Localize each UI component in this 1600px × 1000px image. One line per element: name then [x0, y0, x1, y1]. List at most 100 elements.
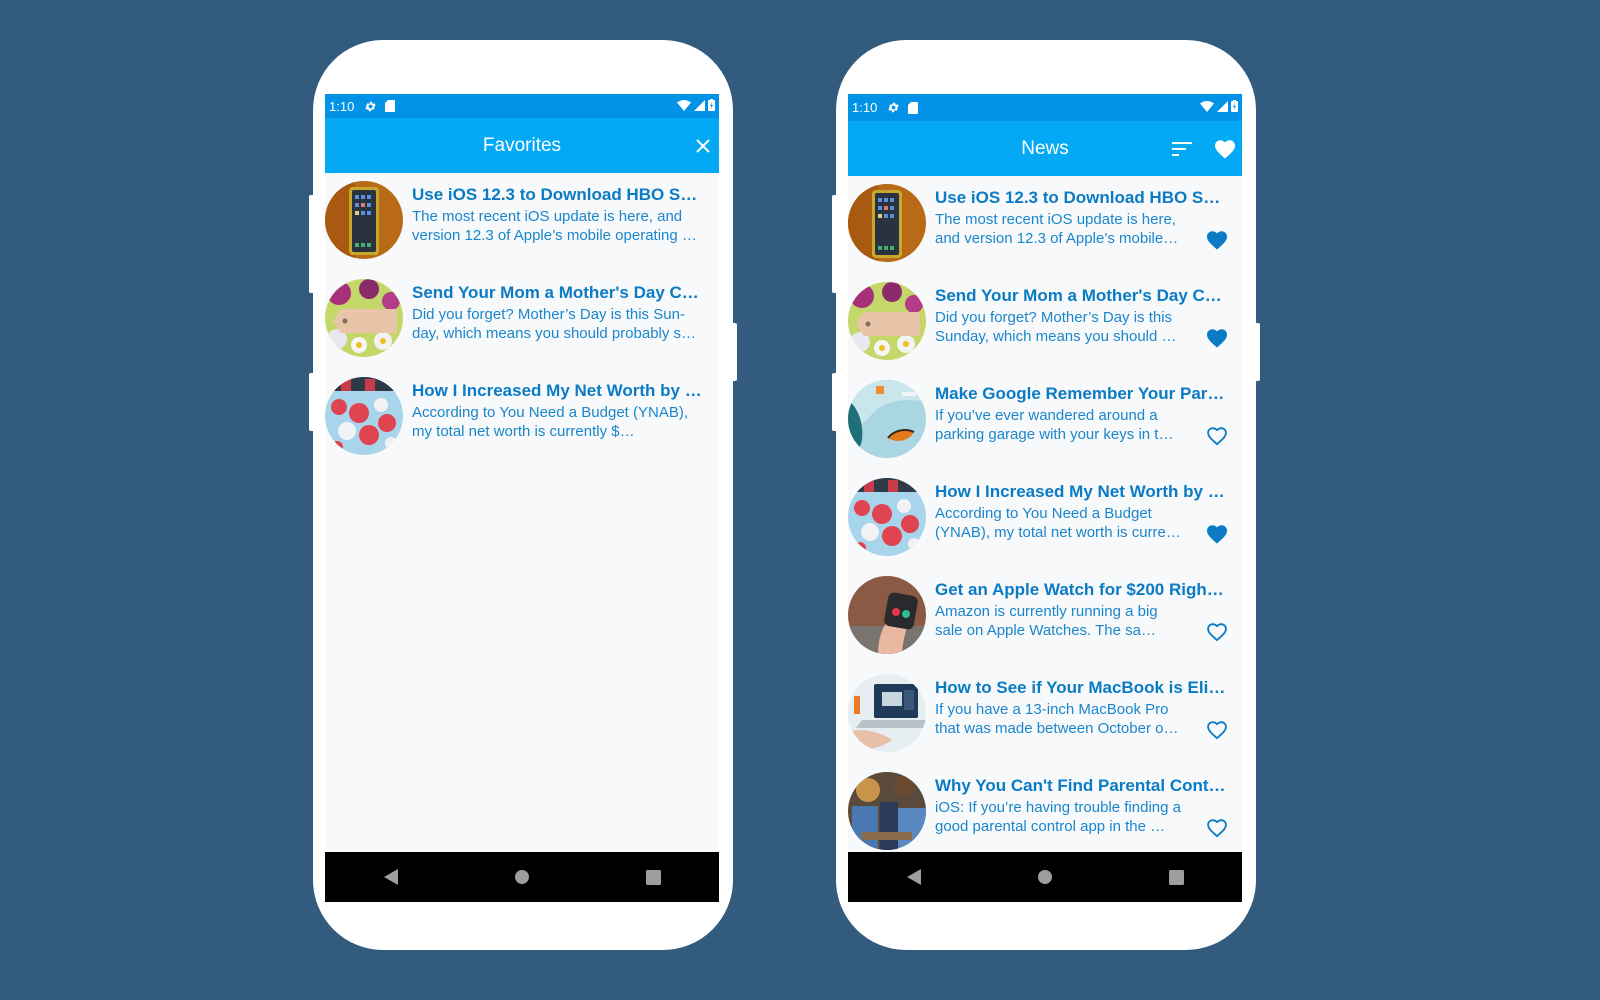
- favorite-toggle[interactable]: [1206, 426, 1228, 446]
- article-description: The most recent iOS update is here, and …: [412, 208, 697, 244]
- favorite-toggle[interactable]: [1206, 622, 1228, 642]
- close-button[interactable]: [693, 136, 713, 156]
- list-item[interactable]: Send Your Mom a Mother's Day Car… Did yo…: [325, 279, 719, 377]
- volume-button: [832, 195, 838, 293]
- article-description: The most recent iOS update is here, and …: [935, 211, 1176, 247]
- page-title: News: [1021, 137, 1069, 159]
- system-nav-bar: [325, 852, 719, 902]
- phone-favorites: 1:10 Favorites Use iOS 12.3 to Download …: [309, 40, 737, 950]
- heart-filled-icon: [1207, 525, 1227, 544]
- favorite-toggle[interactable]: [1206, 720, 1228, 740]
- thumbnail-car: [848, 380, 926, 458]
- back-icon: [383, 869, 398, 885]
- list-item[interactable]: How I Increased My Net Worth by $… Accor…: [848, 478, 1242, 576]
- article-headline: Why You Can't Find Parental Contro…: [935, 776, 1228, 795]
- thumbnail-flowers: [848, 282, 926, 360]
- favorite-toggle[interactable]: [1206, 524, 1228, 544]
- article-headline: Send Your Mom a Mother's Day Car…: [935, 286, 1228, 305]
- phone-news: 1:10 News Use iOS 12.3 to Download HBO S…: [832, 40, 1260, 950]
- page-title: Favorites: [482, 134, 562, 156]
- news-list: Use iOS 12.3 to Download HBO Sho… The mo…: [848, 176, 1242, 870]
- article-headline: How I Increased My Net Worth by $…: [935, 482, 1228, 501]
- recents-icon: [1168, 869, 1184, 885]
- gear-icon: [364, 100, 377, 113]
- list-item[interactable]: Make Google Remember Your Park… If you’v…: [848, 380, 1242, 478]
- list-item[interactable]: Get an Apple Watch for $200 Right … Amaz…: [848, 576, 1242, 674]
- heart-filled-icon: [1207, 329, 1227, 348]
- recents-button[interactable]: [641, 865, 665, 889]
- heart-outline-icon: [1207, 623, 1227, 642]
- status-bar: 1:10: [848, 94, 1242, 121]
- power-button: [832, 373, 838, 431]
- heart-filled-icon: [1207, 231, 1227, 250]
- list-item[interactable]: Send Your Mom a Mother's Day Car… Did yo…: [848, 282, 1242, 380]
- article-description: Amazon is currently running a big sale o…: [935, 603, 1158, 639]
- sd-card-icon: [385, 100, 396, 112]
- article-description: According to You Need a Budget (YNAB), m…: [412, 404, 689, 440]
- sort-icon: [1172, 141, 1192, 156]
- status-time: 1:10: [852, 100, 878, 115]
- thumbnail-iphone: [848, 184, 926, 262]
- system-nav-bar: [848, 852, 1242, 902]
- home-icon: [1037, 870, 1052, 884]
- sd-card-icon: [908, 101, 919, 114]
- wifi-icon: [677, 99, 691, 114]
- thumbnail-apple-watch: [848, 576, 926, 654]
- article-headline: Get an Apple Watch for $200 Right …: [935, 580, 1228, 599]
- favorite-toggle[interactable]: [1206, 230, 1228, 250]
- gear-icon: [887, 101, 900, 114]
- app-bar: News: [848, 121, 1242, 176]
- article-headline: Use iOS 12.3 to Download HBO Sho…: [412, 185, 705, 204]
- article-description: Did you forget? Mother’s Day is this Sun…: [412, 306, 697, 342]
- home-icon: [514, 870, 529, 884]
- side-button: [731, 323, 737, 381]
- battery-icon: [708, 98, 715, 114]
- volume-button: [309, 195, 315, 293]
- wifi-icon: [1200, 100, 1214, 115]
- side-button: [1254, 323, 1260, 381]
- battery-icon: [1231, 100, 1238, 115]
- article-description: If you have a 13-inch MacBook Pro that w…: [935, 701, 1179, 737]
- article-headline: Use iOS 12.3 to Download HBO Sho…: [935, 188, 1228, 207]
- back-button[interactable]: [379, 865, 403, 889]
- list-item[interactable]: How to See if Your MacBook is Eligi… If …: [848, 674, 1242, 772]
- app-bar: Favorites: [325, 118, 719, 173]
- article-description: If you’ve ever wandered around a parking…: [935, 407, 1174, 443]
- recents-button[interactable]: [1164, 865, 1188, 889]
- list-item[interactable]: Use iOS 12.3 to Download HBO Sho… The mo…: [325, 181, 719, 279]
- status-bar: 1:10: [325, 94, 719, 118]
- sort-button[interactable]: [1170, 137, 1194, 161]
- back-button[interactable]: [902, 865, 926, 889]
- favorites-button[interactable]: [1212, 136, 1238, 162]
- list-item[interactable]: Use iOS 12.3 to Download HBO Sho… The mo…: [848, 184, 1242, 282]
- article-headline: How I Increased My Net Worth by $…: [412, 381, 705, 400]
- heart-icon: [1215, 139, 1235, 159]
- article-headline: Send Your Mom a Mother's Day Car…: [412, 283, 705, 302]
- home-button[interactable]: [1033, 865, 1057, 889]
- thumbnail-macbook: [848, 674, 926, 752]
- article-description: According to You Need a Budget (YNAB), m…: [935, 505, 1181, 541]
- heart-outline-icon: [1207, 819, 1227, 838]
- favorite-toggle[interactable]: [1206, 818, 1228, 838]
- thumbnail-family: [848, 772, 926, 850]
- list-item[interactable]: How I Increased My Net Worth by $… Accor…: [325, 377, 719, 475]
- heart-outline-icon: [1207, 721, 1227, 740]
- thumbnail-iphone: [325, 181, 403, 259]
- article-headline: How to See if Your MacBook is Eligi…: [935, 678, 1228, 697]
- signal-icon: [1217, 100, 1228, 115]
- status-time: 1:10: [329, 98, 355, 114]
- close-icon: [696, 138, 710, 153]
- thumbnail-chart-map: [325, 377, 403, 455]
- news-screen: 1:10 News Use iOS 12.3 to Download HBO S…: [848, 94, 1242, 902]
- recents-icon: [645, 869, 661, 885]
- signal-icon: [694, 99, 705, 114]
- home-button[interactable]: [510, 865, 534, 889]
- thumbnail-chart-map: [848, 478, 926, 556]
- thumbnail-flowers: [325, 279, 403, 357]
- power-button: [309, 373, 315, 431]
- article-description: Did you forget? Mother’s Day is this Sun…: [935, 309, 1177, 345]
- favorite-toggle[interactable]: [1206, 328, 1228, 348]
- heart-outline-icon: [1207, 427, 1227, 446]
- favorites-list: Use iOS 12.3 to Download HBO Sho… The mo…: [325, 173, 719, 475]
- article-headline: Make Google Remember Your Park…: [935, 384, 1228, 403]
